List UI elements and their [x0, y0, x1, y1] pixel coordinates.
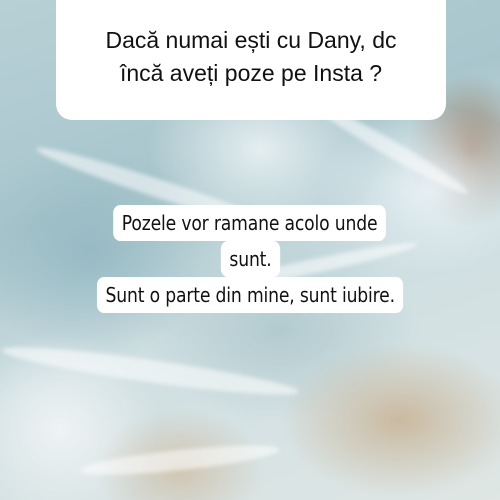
question-sticker: Dacă numai ești cu Dany, dc încă aveți p… — [56, 0, 446, 120]
question-line-2: încă aveți poze pe Insta ? — [119, 60, 383, 86]
marble-vein — [0, 339, 301, 403]
question-line-1: Dacă numai ești cu Dany, dc — [105, 27, 397, 53]
answer-text-block: Pozele vor ramane acolo unde sunt. Sunt … — [0, 205, 500, 313]
answer-line-1: Pozele vor ramane acolo unde — [113, 205, 387, 241]
answer-line-3: Sunt o parte din mine, sunt iubire. — [96, 277, 404, 313]
answer-line-2: sunt. — [220, 241, 280, 277]
marble-vein — [79, 439, 281, 481]
